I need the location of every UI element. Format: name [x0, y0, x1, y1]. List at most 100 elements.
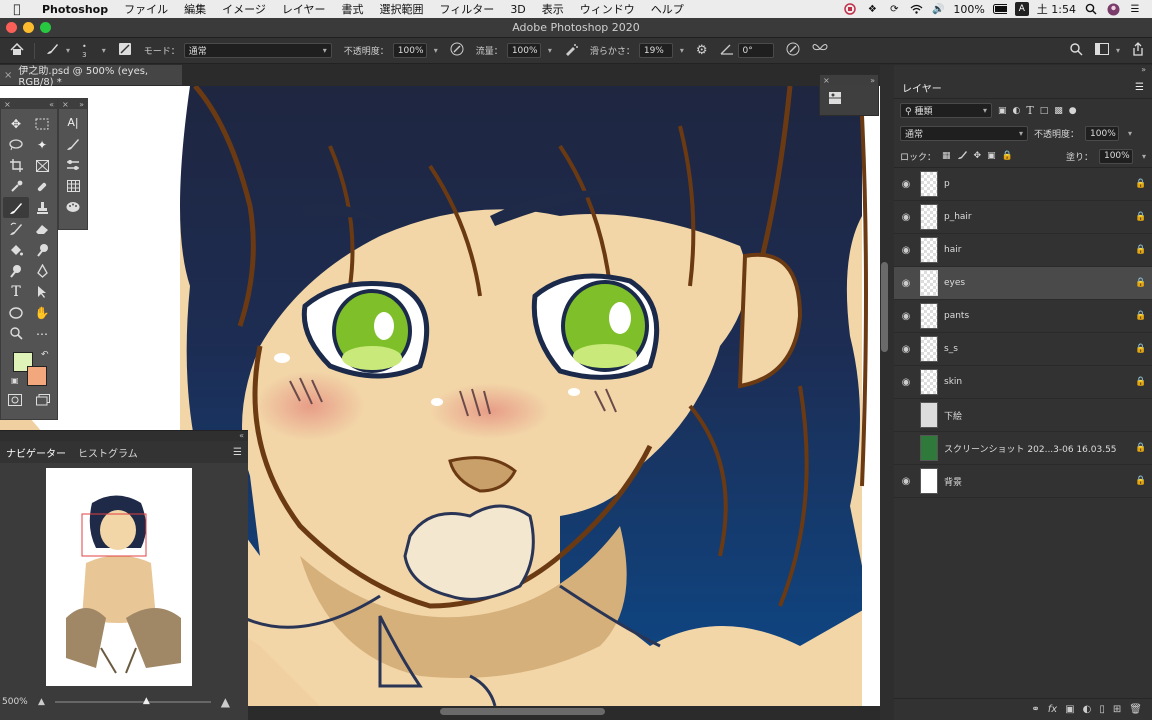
- filter-shape-icon[interactable]: □: [1040, 106, 1049, 116]
- eye-icon[interactable]: ◉: [894, 377, 918, 388]
- lasso-tool-icon[interactable]: [3, 134, 29, 155]
- filter-toggle-icon[interactable]: ●: [1069, 106, 1077, 116]
- layer-row-s-s[interactable]: ◉ s_s 🔒: [894, 333, 1152, 366]
- layer-opacity-input[interactable]: 100%: [1085, 126, 1120, 141]
- volume-icon[interactable]: 🔊: [931, 2, 945, 16]
- brush-picker-chevron-icon[interactable]: ▾: [102, 46, 106, 55]
- sync-icon[interactable]: ⟳: [887, 2, 901, 16]
- notification-center-icon[interactable]: ☰: [1128, 2, 1142, 16]
- close-panel-icon[interactable]: ×: [823, 76, 830, 85]
- more-tools-icon[interactable]: ⋯: [29, 323, 55, 344]
- lock-all-icon[interactable]: 🔒: [1002, 151, 1013, 161]
- path-selection-tool-icon[interactable]: [29, 281, 55, 302]
- move-tool-icon[interactable]: ✥: [3, 113, 29, 134]
- smoothing-options-gear-icon[interactable]: ⚙: [696, 43, 708, 58]
- layers-panel-title[interactable]: レイヤー: [902, 80, 942, 95]
- eye-icon[interactable]: ◉: [894, 245, 918, 256]
- magic-wand-tool-icon[interactable]: ✦: [29, 134, 55, 155]
- layer-row-pants[interactable]: ◉ pants 🔒: [894, 300, 1152, 333]
- layer-row-hair[interactable]: ◉ hair 🔒: [894, 234, 1152, 267]
- pen-tool-icon[interactable]: [29, 260, 55, 281]
- background-color-swatch[interactable]: [27, 366, 47, 386]
- fill-input[interactable]: 100%: [1098, 148, 1133, 164]
- opacity-input[interactable]: 100%: [392, 43, 427, 58]
- quick-mask-icon[interactable]: [8, 394, 22, 409]
- close-panel-icon[interactable]: ×: [62, 100, 69, 109]
- tab-histogram[interactable]: ヒストグラム: [72, 445, 144, 460]
- layer-row-screenshot[interactable]: スクリーンショット 202...3-06 16.03.55 🔒: [894, 432, 1152, 465]
- eye-icon[interactable]: ◉: [894, 476, 918, 487]
- pressure-opacity-icon[interactable]: [450, 42, 464, 59]
- eyedropper-tool-icon[interactable]: [3, 176, 29, 197]
- type-tool-icon[interactable]: T: [3, 281, 29, 302]
- minimize-window-button[interactable]: [23, 22, 34, 33]
- battery-icon[interactable]: [992, 2, 1007, 16]
- filter-adjustment-icon[interactable]: ◐: [1013, 106, 1021, 116]
- menu-layer[interactable]: レイヤー: [274, 1, 334, 17]
- frame-tool-icon[interactable]: [29, 155, 55, 176]
- smoothing-input[interactable]: 19%: [638, 43, 673, 58]
- layer-row-skin[interactable]: ◉ skin 🔒: [894, 366, 1152, 399]
- new-layer-icon[interactable]: ⊞: [1113, 704, 1121, 715]
- airbrush-icon[interactable]: [564, 42, 578, 59]
- adjustments-panel-icon[interactable]: [828, 92, 842, 108]
- zoom-tool-icon[interactable]: [3, 323, 29, 344]
- input-source-badge[interactable]: A: [1014, 2, 1029, 16]
- add-mask-icon[interactable]: ▣: [1065, 704, 1074, 715]
- collapse-panel-icon[interactable]: »: [870, 76, 875, 85]
- eye-icon[interactable]: ◉: [894, 179, 918, 190]
- paint-bucket-tool-icon[interactable]: [3, 239, 29, 260]
- color-palette-icon[interactable]: [60, 196, 86, 217]
- brush-settings-icon[interactable]: [60, 154, 86, 175]
- menu-app-name[interactable]: Photoshop: [34, 3, 116, 16]
- menu-3d[interactable]: 3D: [502, 3, 533, 16]
- menu-view[interactable]: 表示: [534, 1, 572, 17]
- pressure-size-icon[interactable]: [786, 42, 800, 59]
- opacity-dropdown-icon[interactable]: ▾: [434, 46, 438, 55]
- menu-type[interactable]: 書式: [334, 1, 372, 17]
- layer-opacity-dropdown-icon[interactable]: ▾: [1128, 129, 1132, 138]
- brush-tool-icon[interactable]: [3, 197, 29, 218]
- delete-layer-trash-icon[interactable]: 🗑: [1129, 704, 1142, 715]
- lock-image-pixels-icon[interactable]: [957, 149, 968, 163]
- marquee-tool-icon[interactable]: [29, 113, 55, 134]
- menu-filter[interactable]: フィルター: [432, 1, 503, 17]
- zoom-out-mountain-icon[interactable]: ▲: [38, 697, 45, 707]
- zoom-slider-handle[interactable]: ▲: [143, 696, 150, 706]
- spotlight-search-icon[interactable]: [1084, 2, 1098, 16]
- filter-type-icon[interactable]: T: [1026, 104, 1033, 117]
- layer-row-p[interactable]: ◉ p 🔒: [894, 168, 1152, 201]
- hand-tool-icon[interactable]: ✋: [29, 302, 55, 323]
- search-icon[interactable]: [1070, 42, 1083, 59]
- menu-help[interactable]: ヘルプ: [643, 1, 692, 17]
- apple-icon[interactable]: : [0, 2, 34, 16]
- default-colors-icon[interactable]: ▣: [11, 376, 19, 385]
- workspace-dropdown-icon[interactable]: ▾: [1116, 46, 1120, 55]
- character-panel-icon[interactable]: A|: [60, 112, 86, 133]
- new-group-folder-icon[interactable]: ▯: [1099, 704, 1105, 715]
- collapse-panel-icon[interactable]: «: [49, 100, 54, 109]
- zoom-window-button[interactable]: [40, 22, 51, 33]
- brush-tool-preset-icon[interactable]: [45, 42, 59, 59]
- fill-dropdown-icon[interactable]: ▾: [1142, 152, 1146, 161]
- tab-navigator[interactable]: ナビゲーター: [0, 445, 72, 460]
- screen-mode-icon[interactable]: [36, 394, 50, 409]
- menu-image[interactable]: イメージ: [214, 1, 274, 17]
- collapse-panel-icon[interactable]: »: [79, 100, 84, 109]
- collapse-panel-icon[interactable]: «: [239, 431, 244, 441]
- chevron-down-icon[interactable]: ▾: [66, 46, 70, 55]
- wifi-icon[interactable]: [909, 2, 923, 16]
- layer-row-background[interactable]: ◉ 背景 🔒: [894, 465, 1152, 498]
- crop-tool-icon[interactable]: [3, 155, 29, 176]
- menu-window[interactable]: ウィンドウ: [572, 1, 643, 17]
- angle-input[interactable]: 0°: [737, 43, 774, 58]
- panel-menu-icon[interactable]: ☰: [227, 447, 248, 458]
- layer-blend-mode-select[interactable]: 通常 ▾: [900, 126, 1028, 141]
- eye-icon[interactable]: ◉: [894, 278, 918, 289]
- clone-stamp-tool-icon[interactable]: [29, 197, 55, 218]
- healing-brush-tool-icon[interactable]: [29, 176, 55, 197]
- home-icon[interactable]: [10, 42, 24, 59]
- zoom-slider[interactable]: ▲: [54, 696, 211, 706]
- layer-effects-fx-icon[interactable]: fx: [1048, 704, 1057, 715]
- ellipse-tool-icon[interactable]: [3, 302, 29, 323]
